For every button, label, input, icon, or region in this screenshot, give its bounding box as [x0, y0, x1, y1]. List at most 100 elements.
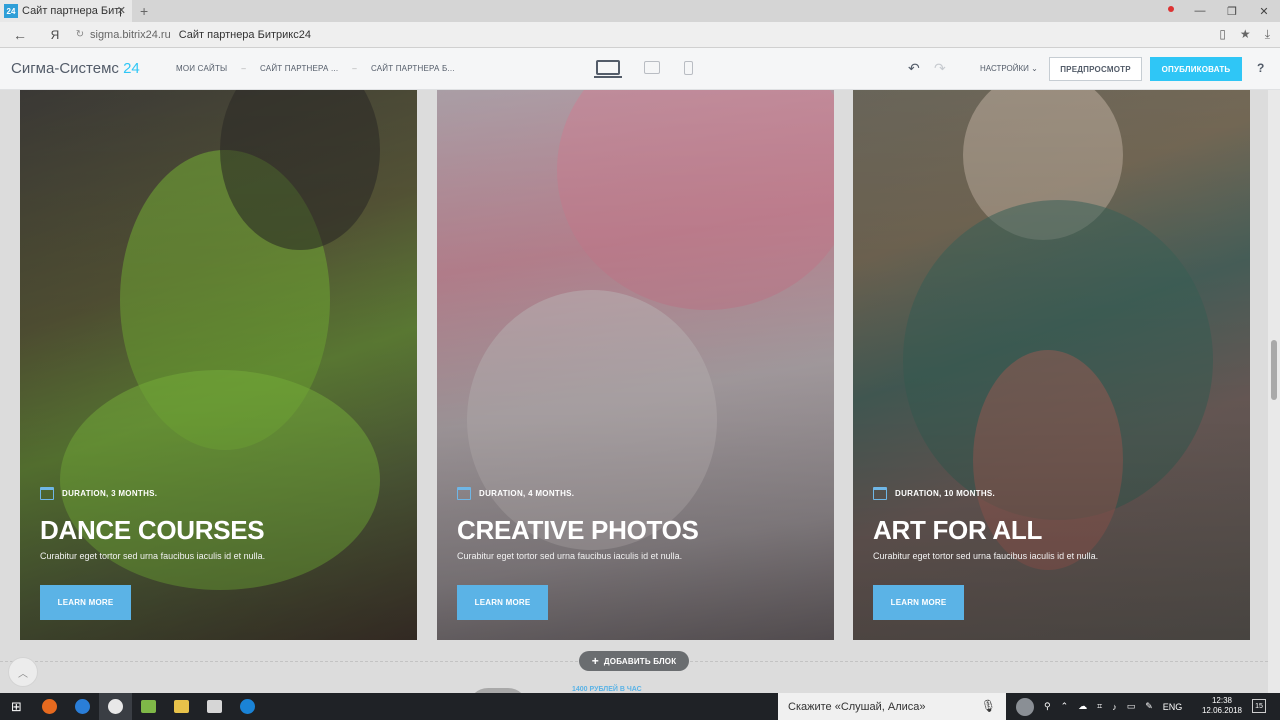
cloud-icon[interactable]: ☁ [1078, 701, 1087, 712]
course-description: Curabitur eget tortor sed urna faucibus … [873, 551, 1099, 561]
edge-icon [240, 699, 255, 714]
site-editor-header: Сигма-Системс 24 МОИ САЙТЫ – САЙТ ПАРТНЕ… [0, 48, 1280, 90]
close-window-icon[interactable]: ✕ [1248, 5, 1280, 18]
url-page-title[interactable]: Сайт партнера Битрикс24 [179, 29, 311, 41]
action-center-icon[interactable]: 15 [1252, 699, 1266, 713]
plus-icon: + [591, 654, 599, 668]
user-avatar-icon[interactable] [1016, 697, 1034, 716]
breadcrumb-separator: – [241, 64, 246, 73]
firefox-dev-icon [75, 699, 90, 714]
back-arrow-icon[interactable]: ← [0, 27, 40, 43]
taskbar-store[interactable] [198, 693, 231, 720]
course-card-photos[interactable]: DURATION, 4 MONTHS. CREATIVE PHOTOS Cura… [437, 90, 834, 640]
breadcrumb-my-sites[interactable]: МОИ САЙТЫ [176, 64, 227, 73]
minimize-icon[interactable]: — [1184, 5, 1216, 17]
taskbar-firefox[interactable] [33, 693, 66, 720]
notification-dot-icon [1168, 6, 1174, 12]
scrollbar[interactable] [1268, 90, 1280, 693]
course-title: CREATIVE PHOTOS [457, 515, 699, 545]
folder-icon [174, 700, 189, 713]
preview-button[interactable]: ПРЕДПРОСМОТР [1049, 57, 1142, 81]
battery-icon[interactable]: ▭ [1127, 701, 1136, 712]
language-indicator[interactable]: ENG [1163, 702, 1183, 712]
page-canvas: DURATION, 3 MONTHS. DANCE COURSES Curabi… [0, 90, 1268, 693]
system-tray: ⚲ ⌃ ☁ ⌗ ♪ ▭ ✎ ENG [1016, 693, 1182, 720]
scroll-up-button[interactable]: ︿ [8, 657, 38, 687]
device-preview-switcher [594, 60, 693, 78]
price-label: 1400 РУБЛЕЙ В ЧАС [572, 686, 642, 693]
bitrix-favicon-icon: 24 [4, 4, 18, 18]
add-block-label: ДОБАВИТЬ БЛОК [603, 656, 677, 666]
undo-icon[interactable]: ↶ [908, 60, 920, 77]
breadcrumb: МОИ САЙТЫ – САЙТ ПАРТНЕРА ... – САЙТ ПАР… [176, 64, 455, 73]
taskbar-edge[interactable] [231, 693, 264, 720]
pen-icon[interactable]: ✎ [1145, 701, 1153, 712]
new-tab-icon[interactable]: + [140, 3, 148, 19]
alice-search-box[interactable]: Скажите «Слушай, Алиса» 🎙 [778, 693, 1006, 720]
maximize-icon[interactable]: ❐ [1216, 5, 1248, 18]
search-placeholder: Скажите «Слушай, Алиса» [788, 700, 926, 713]
browser-tab[interactable]: 24 Сайт партнера Битрикс24 ✕ [0, 0, 132, 22]
course-card-art[interactable]: DURATION, 10 MONTHS. ART FOR ALL Curabit… [853, 90, 1250, 640]
clock-date: 12.06.2018 [1201, 706, 1243, 715]
people-icon[interactable]: ⚲ [1044, 701, 1051, 712]
windows-logo-icon: ⊞ [11, 698, 22, 714]
logo[interactable]: Сигма-Системс 24 [11, 60, 140, 77]
help-icon[interactable]: ? [1257, 61, 1264, 75]
network-icon[interactable]: ⌗ [1097, 701, 1102, 712]
course-title: DANCE COURSES [40, 515, 265, 545]
course-description: Curabitur eget tortor sed urna faucibus … [40, 551, 266, 561]
breadcrumb-partner-site[interactable]: САЙТ ПАРТНЕРА ... [260, 64, 338, 73]
learn-more-button[interactable]: LEARN MORE [873, 585, 964, 620]
firefox-icon [42, 699, 57, 714]
course-duration: DURATION, 4 MONTHS. [457, 487, 574, 500]
chevron-up-icon[interactable]: ⌃ [1061, 701, 1069, 712]
address-bar: ← Я ↻ sigma.bitrix24.ru Сайт партнера Би… [0, 22, 1280, 48]
calendar-icon [457, 487, 471, 500]
volume-icon[interactable]: ♪ [1112, 702, 1117, 712]
close-tab-icon[interactable]: ✕ [117, 4, 126, 17]
learn-more-button[interactable]: LEARN MORE [40, 585, 131, 620]
course-description: Curabitur eget tortor sed urna faucibus … [457, 551, 683, 561]
yandex-icon[interactable]: Я [40, 28, 70, 42]
start-button[interactable]: ⊞ [0, 693, 33, 720]
taskbar-yandex-browser[interactable] [99, 693, 132, 720]
desktop-device-icon[interactable] [594, 60, 622, 78]
duration-text: DURATION, 10 MONTHS. [895, 489, 996, 498]
store-bag-icon [207, 700, 222, 713]
yandex-browser-icon [108, 699, 123, 714]
notepad-icon [141, 700, 156, 713]
settings-menu[interactable]: НАСТРОЙКИ ⌄ [980, 64, 1038, 73]
bookmark-star-icon[interactable]: ★ [1240, 27, 1251, 42]
url-domain[interactable]: sigma.bitrix24.ru [90, 29, 171, 41]
course-title: ART FOR ALL [873, 515, 1043, 545]
browser-tabstrip: 24 Сайт партнера Битрикс24 ✕ + — ❐ ✕ [0, 0, 1280, 22]
learn-more-button[interactable]: LEARN MORE [457, 585, 548, 620]
microphone-icon[interactable]: 🎙 [981, 699, 996, 713]
publish-button[interactable]: ОПУБЛИКОВАТЬ [1150, 57, 1242, 81]
taskbar-notepad[interactable] [132, 693, 165, 720]
system-clock[interactable]: 12:38 12.06.2018 [1198, 696, 1246, 716]
redo-icon[interactable]: ↷ [934, 60, 946, 77]
address-bar-actions: ▯ ★ ⤓ [1219, 27, 1270, 42]
tablet-device-icon[interactable] [644, 61, 660, 74]
duration-text: DURATION, 3 MONTHS. [62, 489, 158, 498]
breadcrumb-partner-page[interactable]: САЙТ ПАРТНЕРА Б... [371, 64, 455, 73]
add-block-button[interactable]: + ДОБАВИТЬ БЛОК [579, 651, 689, 671]
windows-taskbar: ⊞ Скажите «Слушай, Алиса» 🎙 ⚲ ⌃ ☁ ⌗ ♪ ▭ … [0, 693, 1280, 720]
reader-icon[interactable]: ▯ [1219, 27, 1226, 42]
refresh-icon[interactable]: ↻ [70, 29, 90, 40]
download-icon[interactable]: ⤓ [1265, 27, 1270, 42]
calendar-icon [873, 487, 887, 500]
course-duration: DURATION, 10 MONTHS. [873, 487, 995, 500]
taskbar-explorer[interactable] [165, 693, 198, 720]
mobile-device-icon[interactable] [684, 60, 693, 75]
scrollbar-thumb[interactable] [1271, 340, 1277, 400]
course-card-dance[interactable]: DURATION, 3 MONTHS. DANCE COURSES Curabi… [20, 90, 417, 640]
logo-number: 24 [123, 60, 140, 77]
logo-text: Сигма-Системс [11, 60, 119, 77]
tab-title: Сайт партнера Битрикс24 [22, 5, 122, 17]
taskbar-firefox-dev[interactable] [66, 693, 99, 720]
duration-text: DURATION, 4 MONTHS. [479, 489, 575, 498]
clock-time: 12:38 [1211, 696, 1233, 705]
